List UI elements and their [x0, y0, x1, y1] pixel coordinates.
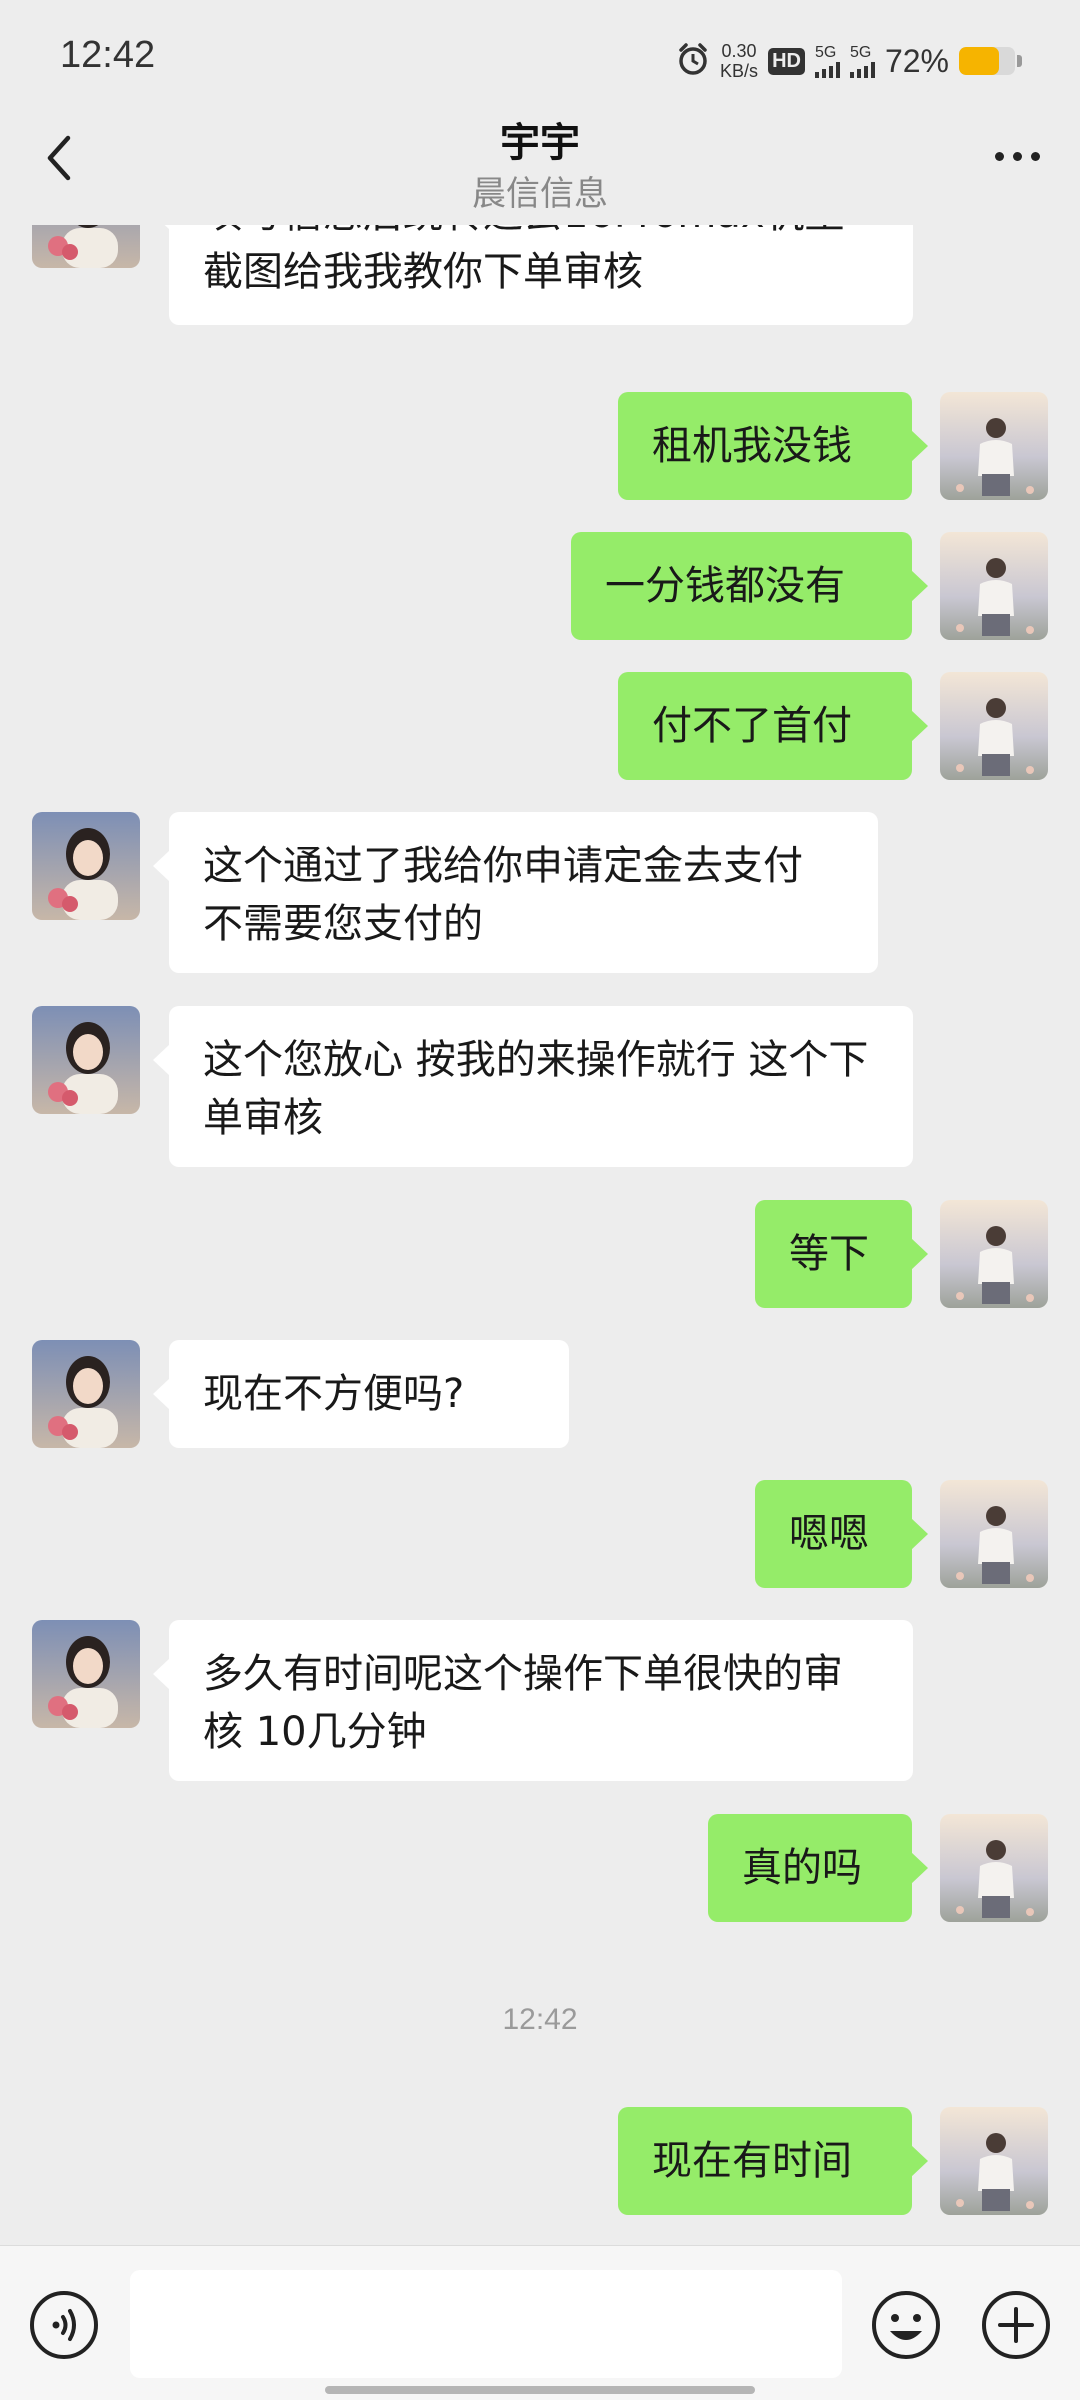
status-bar: 12:42 0.30 KB/s HD 5G 5G 72% [0, 0, 1080, 110]
contact-avatar[interactable] [32, 225, 140, 268]
message-bubble-outgoing[interactable]: 现在有时间 [618, 2107, 928, 2215]
chat-subtitle: 晨信信息 [472, 174, 608, 214]
message-bubble-outgoing[interactable]: 一分钱都没有 [571, 532, 928, 640]
message-bubble-incoming[interactable]: 现在不方便吗? [153, 1340, 569, 1448]
input-bar [0, 2245, 1080, 2400]
more-functions-button[interactable] [980, 2289, 1052, 2361]
message-bubble-outgoing[interactable]: 嗯嗯 [755, 1480, 928, 1588]
message-text: 这个通过了我给你申请定金去支付 不需要您支付的 [203, 843, 803, 947]
message-text: 现在有时间 [652, 2138, 852, 2184]
message-text: 真的吗 [742, 1845, 862, 1891]
self-avatar[interactable] [940, 2107, 1048, 2215]
chat-title: 宇宇 [500, 120, 580, 166]
self-avatar[interactable] [940, 1814, 1048, 1922]
self-avatar[interactable] [940, 1200, 1048, 1308]
network-speed: 0.30 KB/s [720, 41, 758, 81]
message-text: 付不了首付 [652, 703, 852, 749]
status-time: 12:42 [60, 34, 156, 76]
message-text: 一分钱都没有 [605, 563, 845, 609]
signal-icon-2: 5G [849, 44, 875, 78]
message-text: 多久有时间呢这个操作下单很快的审核 10几分钟 [203, 1651, 843, 1755]
message-bubble-outgoing[interactable]: 付不了首付 [618, 672, 928, 780]
self-avatar[interactable] [940, 392, 1048, 500]
message-input[interactable] [130, 2270, 842, 2378]
sim1-label: 5G [814, 44, 837, 61]
emoji-icon [872, 2291, 940, 2359]
message-bubble-incoming[interactable]: 多久有时间呢这个操作下单很快的审核 10几分钟 [153, 1620, 913, 1781]
message-bubble-outgoing[interactable]: 等下 [755, 1200, 928, 1308]
message-text: 租机我没钱 [652, 423, 852, 469]
message-text: 这个您放心 按我的来操作就行 这个下单审核 [203, 1037, 869, 1141]
self-avatar[interactable] [940, 672, 1048, 780]
network-speed-unit: KB/s [720, 61, 759, 81]
voice-button[interactable] [28, 2289, 100, 2361]
message-bubble-outgoing[interactable]: 真的吗 [708, 1814, 928, 1922]
status-icons: 0.30 KB/s HD 5G 5G 72% [676, 36, 1022, 86]
message-text: 等下 [789, 1231, 869, 1277]
contact-avatar[interactable] [32, 1620, 140, 1728]
signal-icon: 5G [814, 44, 840, 78]
chat-header: 宇宇 晨信信息 [0, 110, 1080, 225]
network-speed-value: 0.30 [721, 41, 757, 61]
sim2-label: 5G [849, 44, 872, 61]
plus-icon [982, 2291, 1050, 2359]
ellipsis-icon [995, 152, 1004, 161]
message-text: 现在不方便吗? [203, 1371, 465, 1417]
battery-icon [959, 47, 1015, 75]
message-text: 填写信息后跳转进去16Promax机型 截图给我我教你下单审核 [203, 225, 845, 295]
home-indicator[interactable] [325, 2386, 755, 2394]
message-timestamp: 12:42 [502, 2003, 578, 2036]
alarm-icon [676, 42, 710, 80]
voice-icon [30, 2291, 98, 2359]
message-bubble-incoming[interactable]: 填写信息后跳转进去16Promax机型 截图给我我教你下单审核 [153, 225, 913, 325]
self-avatar[interactable] [940, 532, 1048, 640]
contact-avatar[interactable] [32, 812, 140, 920]
battery-tip [1017, 55, 1022, 67]
chat-area[interactable]: 填写信息后跳转进去16Promax机型 截图给我我教你下单审核 租机我没钱 一分… [0, 225, 1080, 2245]
emoji-button[interactable] [870, 2289, 942, 2361]
more-button[interactable] [995, 152, 1040, 161]
message-bubble-incoming[interactable]: 这个通过了我给你申请定金去支付 不需要您支付的 [153, 812, 878, 973]
message-bubble-outgoing[interactable]: 租机我没钱 [618, 392, 928, 500]
battery-percentage: 72% [884, 42, 949, 79]
hd-icon: HD [768, 47, 805, 75]
self-avatar[interactable] [940, 1480, 1048, 1588]
contact-avatar[interactable] [32, 1006, 140, 1114]
message-text: 嗯嗯 [789, 1511, 869, 1557]
message-bubble-incoming[interactable]: 这个您放心 按我的来操作就行 这个下单审核 [153, 1006, 913, 1167]
contact-avatar[interactable] [32, 1340, 140, 1448]
